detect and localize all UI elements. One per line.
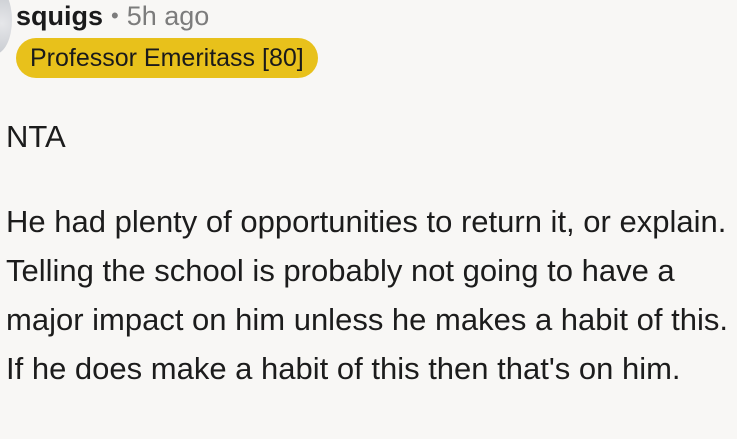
comment-paragraph: He had plenty of opportunities to return…: [6, 204, 728, 386]
timestamp[interactable]: 5h ago: [127, 1, 210, 32]
username-link[interactable]: squigs: [16, 1, 103, 32]
comment-paragraph: NTA: [6, 119, 66, 154]
comment-body: NTA He had plenty of opportunities to re…: [6, 112, 731, 393]
user-flair-badge: Professor Emeritass [80]: [16, 38, 318, 78]
comment: squigs • 5h ago Professor Emeritass [80]…: [0, 0, 737, 439]
comment-meta: squigs • 5h ago: [16, 0, 209, 32]
meta-separator: •: [111, 3, 119, 28]
avatar[interactable]: [0, 0, 12, 54]
